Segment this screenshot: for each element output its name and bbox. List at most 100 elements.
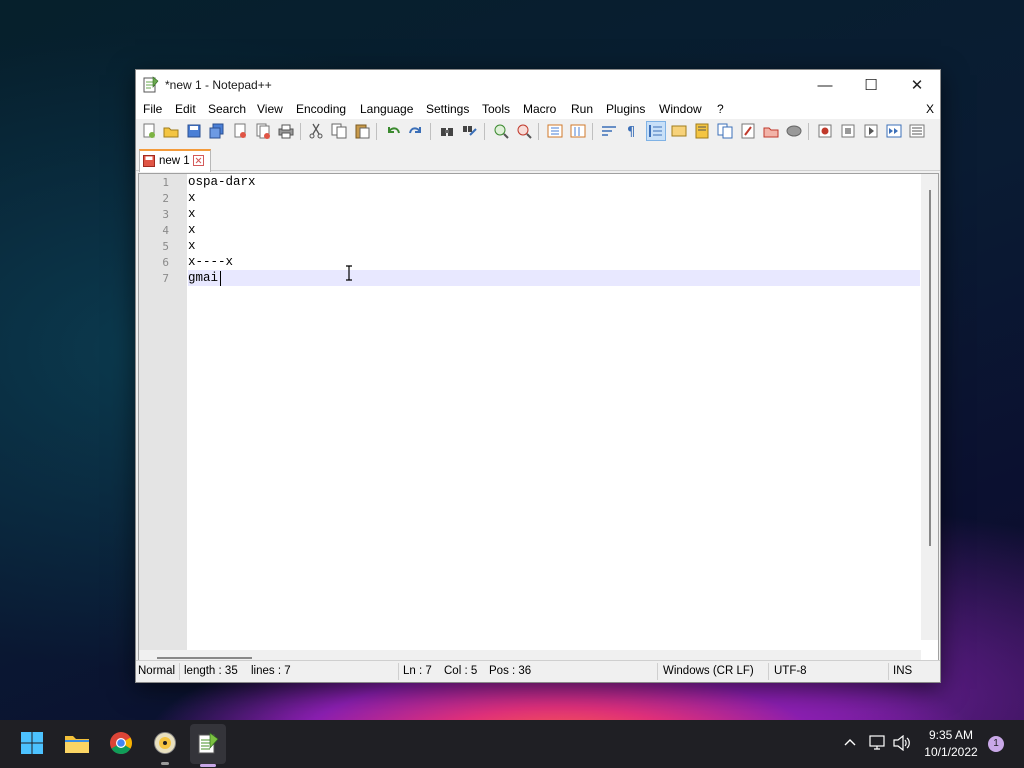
- menu-view[interactable]: View: [257, 102, 283, 116]
- volume-button[interactable]: [893, 734, 911, 754]
- show-all-characters-icon[interactable]: ¶: [623, 122, 641, 140]
- redo-icon[interactable]: [407, 122, 425, 140]
- stop-recording-icon[interactable]: [839, 122, 857, 140]
- find-icon[interactable]: [438, 122, 456, 140]
- svg-text:¶: ¶: [627, 125, 635, 139]
- document-map-icon[interactable]: [693, 122, 711, 140]
- user-defined-language-icon[interactable]: [670, 122, 688, 140]
- run-macro-multiple-icon[interactable]: [885, 122, 903, 140]
- status-encoding[interactable]: UTF-8: [774, 665, 807, 677]
- print-icon[interactable]: [277, 122, 295, 140]
- save-macro-icon[interactable]: [908, 122, 926, 140]
- new-file-icon[interactable]: [140, 122, 158, 140]
- menu-file[interactable]: File: [143, 102, 162, 116]
- code-line[interactable]: ospa-darx: [188, 175, 256, 189]
- maximize-button[interactable]: ☐: [848, 70, 894, 100]
- menu-encoding[interactable]: Encoding: [296, 102, 346, 116]
- status-column: Col : 5: [444, 665, 478, 677]
- code-line[interactable]: gmai: [188, 271, 218, 285]
- code-line[interactable]: x----x: [188, 255, 233, 269]
- replace-icon[interactable]: [461, 122, 479, 140]
- zoom-out-icon[interactable]: [515, 122, 533, 140]
- close-button[interactable]: ✕: [894, 70, 940, 100]
- document-list-icon[interactable]: [716, 122, 734, 140]
- active-indicator: [200, 764, 216, 767]
- save-all-icon[interactable]: [208, 122, 226, 140]
- copy-icon[interactable]: [330, 122, 348, 140]
- clock-time[interactable]: 9:35 AM: [925, 728, 977, 742]
- status-bar: Normal length : 35 lines : 7 Ln : 7 Col …: [136, 660, 940, 682]
- text-editor[interactable]: 1 2 3 4 5 6 7 ospa-darx x x x x x----x g…: [138, 173, 939, 667]
- status-insert-mode[interactable]: INS: [893, 665, 912, 677]
- notepadpp-taskbar-icon-holder[interactable]: [195, 730, 221, 756]
- chevron-up-icon: [844, 739, 856, 746]
- current-line-highlight: [188, 270, 920, 286]
- menu-bar: File Edit Search View Encoding Language …: [136, 100, 940, 119]
- tab-label: new 1: [159, 155, 190, 167]
- network-icon: [869, 735, 885, 750]
- chrome-button[interactable]: [108, 730, 134, 756]
- notification-badge[interactable]: 1: [988, 736, 1004, 752]
- title-bar[interactable]: *new 1 - Notepad++ — ☐ ✕: [136, 70, 940, 100]
- minimize-button[interactable]: —: [802, 70, 848, 100]
- save-icon[interactable]: [185, 122, 203, 140]
- menu-language[interactable]: Language: [360, 102, 413, 116]
- cut-icon[interactable]: [307, 122, 325, 140]
- paste-icon[interactable]: [353, 122, 371, 140]
- indent-guide-icon[interactable]: [646, 121, 666, 141]
- show-hidden-icons-button[interactable]: [843, 735, 857, 752]
- close-all-icon[interactable]: [254, 122, 272, 140]
- monitoring-icon[interactable]: [785, 122, 803, 140]
- close-document-button[interactable]: X: [926, 102, 934, 116]
- folder-icon: [65, 736, 89, 753]
- code-line[interactable]: x: [188, 239, 196, 253]
- text-caret: [220, 271, 221, 286]
- menu-search[interactable]: Search: [208, 102, 246, 116]
- menu-tools[interactable]: Tools: [482, 102, 510, 116]
- line-number: 7: [162, 272, 169, 285]
- status-lines: lines : 7: [251, 665, 291, 677]
- network-button[interactable]: [869, 735, 887, 754]
- minimize-icon: —: [817, 76, 833, 94]
- vertical-scroll-thumb[interactable]: [929, 190, 931, 546]
- menu-macro[interactable]: Macro: [523, 102, 556, 116]
- tab-close-icon[interactable]: [193, 155, 204, 166]
- menu-settings[interactable]: Settings: [426, 102, 469, 116]
- function-list-icon[interactable]: [739, 122, 757, 140]
- sync-vertical-icon[interactable]: [546, 122, 564, 140]
- horizontal-scroll-thumb[interactable]: [157, 657, 252, 659]
- toolbar-separator: [430, 123, 431, 140]
- undo-icon[interactable]: [384, 122, 402, 140]
- file-explorer-button[interactable]: [64, 730, 90, 756]
- menu-window[interactable]: Window: [659, 102, 702, 116]
- running-indicator: [161, 762, 169, 765]
- zoom-in-icon[interactable]: [492, 122, 510, 140]
- playback-macro-icon[interactable]: [862, 122, 880, 140]
- sync-horizontal-icon[interactable]: [569, 122, 587, 140]
- clock-date[interactable]: 10/1/2022: [920, 745, 982, 759]
- code-line[interactable]: x: [188, 191, 196, 205]
- word-wrap-icon[interactable]: [600, 122, 618, 140]
- toolbar-separator: [484, 123, 485, 140]
- status-eol[interactable]: Windows (CR LF): [663, 665, 754, 677]
- open-file-icon[interactable]: [162, 122, 180, 140]
- notepadpp-window: *new 1 - Notepad++ — ☐ ✕ File Edit Searc…: [135, 69, 941, 683]
- vertical-scrollbar[interactable]: [921, 174, 938, 640]
- start-button[interactable]: [19, 730, 45, 756]
- menu-run[interactable]: Run: [571, 102, 593, 116]
- line-number-gutter: 1 2 3 4 5 6 7: [139, 174, 187, 666]
- record-macro-icon[interactable]: [816, 122, 834, 140]
- menu-edit[interactable]: Edit: [175, 102, 196, 116]
- notepadpp-icon: [198, 732, 219, 754]
- status-divider: [657, 663, 658, 680]
- windows-logo-icon: [21, 732, 43, 754]
- status-divider: [179, 663, 180, 680]
- close-file-icon[interactable]: [231, 122, 249, 140]
- media-app-button[interactable]: [152, 730, 178, 756]
- folder-as-workspace-icon[interactable]: [762, 122, 780, 140]
- menu-plugins[interactable]: Plugins: [606, 102, 645, 116]
- code-line[interactable]: x: [188, 207, 196, 221]
- code-line[interactable]: x: [188, 223, 196, 237]
- menu-help[interactable]: ?: [717, 102, 724, 116]
- tab-new-1[interactable]: new 1: [139, 149, 211, 172]
